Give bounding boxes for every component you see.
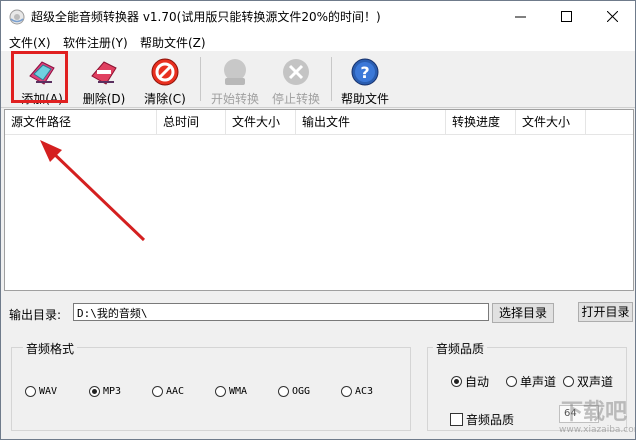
quality-checkbox[interactable] <box>450 413 463 426</box>
stop-convert-icon <box>283 59 309 85</box>
radio-mp3[interactable] <box>89 386 100 397</box>
choose-dir-button[interactable]: 选择目录 <box>492 303 554 323</box>
highlight-box <box>11 51 68 103</box>
channel-option-auto[interactable]: 自动 <box>451 373 489 390</box>
watermark-url: www.xiazaiba.com <box>559 425 636 435</box>
toolbar: 添加(A) 删除(D) 清除(C) 开始转换 停止转换 ? 帮助文件 <box>1 51 635 108</box>
channel-option-stereo[interactable]: 双声道 <box>563 373 613 390</box>
menu-help[interactable]: 帮助文件(Z) <box>140 34 206 51</box>
column-progress[interactable]: 转换进度 <box>446 110 516 134</box>
format-ac3-label: AC3 <box>355 386 374 397</box>
start-convert-button[interactable]: 开始转换 <box>205 55 265 106</box>
menu-bar: 文件(X) 软件注册(Y) 帮助文件(Z) <box>1 31 635 51</box>
toolbar-separator <box>331 57 332 101</box>
maximize-icon <box>560 10 572 22</box>
radio-aac[interactable] <box>152 386 163 397</box>
channel-option-mono[interactable]: 单声道 <box>506 373 556 390</box>
stop-convert-button[interactable]: 停止转换 <box>266 55 326 106</box>
stop-convert-label: 停止转换 <box>271 92 320 106</box>
radio-ac3[interactable] <box>341 386 352 397</box>
quality-checkbox-row[interactable]: 音频品质 <box>450 411 514 428</box>
channel-stereo-label: 双声道 <box>577 375 614 389</box>
minimize-button[interactable] <box>497 1 543 31</box>
format-option-ac3[interactable]: AC3 <box>341 386 373 397</box>
toolbar-separator <box>200 57 201 101</box>
clear-button-label: 清除(C) <box>144 92 186 106</box>
file-list-header: 源文件路径 总时间 文件大小 输出文件 转换进度 文件大小 <box>5 110 633 135</box>
format-aac-label: AAC <box>166 386 185 397</box>
close-button[interactable] <box>589 1 635 31</box>
column-source-path[interactable]: 源文件路径 <box>5 110 157 134</box>
delete-button-label: 删除(D) <box>82 92 126 106</box>
output-dir-label: 输出目录: <box>9 308 62 322</box>
radio-wav[interactable] <box>25 386 36 397</box>
format-option-ogg[interactable]: OGG <box>278 386 310 397</box>
window-title: 超级全能音频转换器 v1.70(试用版只能转换源文件20%的时间！) <box>31 10 381 24</box>
delete-button[interactable]: 删除(D) <box>74 55 134 106</box>
clear-button[interactable]: 清除(C) <box>135 55 195 106</box>
title-bar: 超级全能音频转换器 v1.70(试用版只能转换源文件20%的时间！) <box>1 1 635 31</box>
menu-file[interactable]: 文件(X) <box>9 34 51 51</box>
format-ogg-label: OGG <box>292 386 311 397</box>
svg-text:?: ? <box>360 63 369 82</box>
radio-wma[interactable] <box>215 386 226 397</box>
app-icon <box>9 9 25 25</box>
format-option-wav[interactable]: WAV <box>25 386 57 397</box>
format-wav-label: WAV <box>39 386 58 397</box>
column-output-file[interactable]: 输出文件 <box>296 110 446 134</box>
help-button[interactable]: ? 帮助文件 <box>335 55 395 106</box>
column-total-time[interactable]: 总时间 <box>157 110 226 134</box>
app-window: 超级全能音频转换器 v1.70(试用版只能转换源文件20%的时间！) 文件(X)… <box>0 0 636 440</box>
output-dir-input[interactable]: D:\我的音频\ <box>73 303 489 321</box>
close-icon <box>606 10 618 22</box>
channel-mono-label: 单声道 <box>520 375 557 389</box>
help-button-label: 帮助文件 <box>340 92 389 106</box>
format-group-title: 音频格式 <box>23 340 78 357</box>
format-mp3-label: MP3 <box>103 386 122 397</box>
minimize-icon <box>514 16 526 17</box>
file-list[interactable]: 源文件路径 总时间 文件大小 输出文件 转换进度 文件大小 <box>4 109 634 291</box>
maximize-button[interactable] <box>543 1 589 31</box>
radio-ogg[interactable] <box>278 386 289 397</box>
watermark-logo: 下载吧 <box>561 400 628 425</box>
radio-auto[interactable] <box>451 376 462 387</box>
format-option-wma[interactable]: WMA <box>215 386 247 397</box>
delete-file-icon <box>91 61 117 85</box>
start-convert-label: 开始转换 <box>210 92 259 106</box>
help-icon: ? <box>351 58 379 86</box>
clear-icon <box>151 58 179 86</box>
format-option-aac[interactable]: AAC <box>152 386 184 397</box>
channel-auto-label: 自动 <box>465 375 490 389</box>
format-option-mp3[interactable]: MP3 <box>89 386 121 397</box>
open-dir-button[interactable]: 打开目录 <box>578 302 633 322</box>
radio-stereo[interactable] <box>563 376 574 387</box>
menu-register[interactable]: 软件注册(Y) <box>63 34 128 51</box>
start-convert-icon <box>224 59 246 85</box>
quality-checkbox-label: 音频品质 <box>466 413 515 427</box>
quality-group-title: 音频品质 <box>433 340 488 357</box>
column-output-size[interactable]: 文件大小 <box>516 110 586 134</box>
format-wma-label: WMA <box>229 386 248 397</box>
column-file-size[interactable]: 文件大小 <box>226 110 296 134</box>
radio-mono[interactable] <box>506 376 517 387</box>
